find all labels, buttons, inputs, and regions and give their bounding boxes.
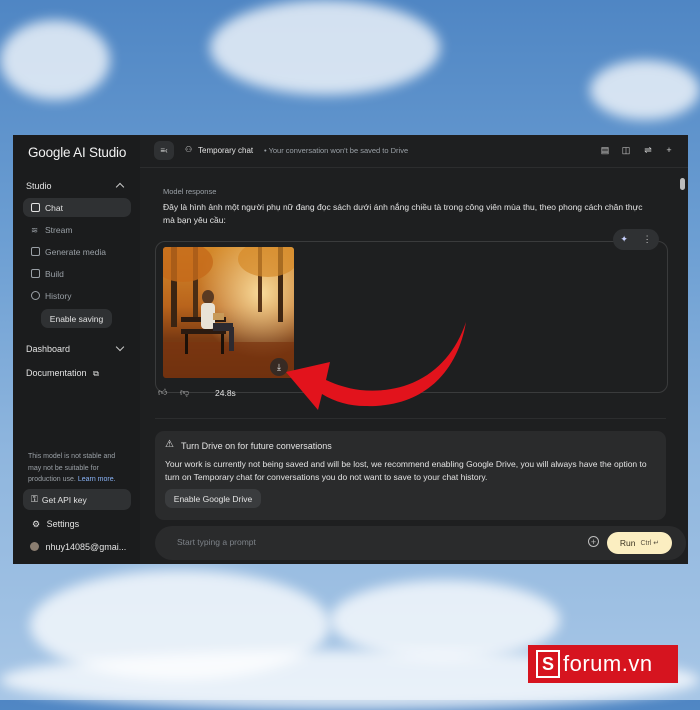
enable-saving-button[interactable]: Enable saving: [41, 309, 112, 328]
prompt-bar: + Run Ctrl ↵: [155, 526, 686, 560]
enable-google-drive-button[interactable]: Enable Google Drive: [165, 489, 261, 508]
download-icon[interactable]: ⤓: [270, 358, 288, 376]
avatar: [30, 542, 39, 551]
external-link-icon: ⧉: [93, 369, 99, 378]
warning-icon: ⚠: [165, 439, 174, 450]
stream-icon: ≋: [31, 225, 39, 235]
account-menu[interactable]: nhuy14085@gmai...: [30, 542, 126, 552]
section-label: Documentation: [26, 368, 87, 378]
temporary-chat-icon: ⚇: [185, 145, 193, 154]
button-label: Get API key: [41, 494, 87, 505]
sidebar-item-generate-media[interactable]: Generate media: [23, 242, 131, 261]
account-email: nhuy14085@gmai...: [45, 542, 127, 552]
sidebar-toggle-button[interactable]: ≡‹: [154, 141, 174, 160]
divider: [155, 418, 666, 419]
model-stability-note: This model is not stable and may not be …: [28, 451, 128, 486]
prompt-input[interactable]: [175, 536, 559, 548]
history-icon: [31, 291, 40, 300]
model-response-label: Model response: [163, 187, 217, 196]
sparkle-icon[interactable]: ✦: [620, 234, 628, 245]
cloud: [210, 0, 440, 95]
sidebar-item-label: Chat: [45, 202, 63, 213]
drive-notice-card: ⚠ Turn Drive on for future conversations…: [155, 431, 666, 520]
section-label: Studio: [26, 181, 52, 191]
add-media-icon[interactable]: +: [588, 536, 599, 547]
run-shortcut: Ctrl ↵: [640, 540, 660, 547]
sidebar-item-label: Build: [45, 268, 64, 279]
sidebar-item-history[interactable]: History: [23, 286, 131, 305]
run-label: Run: [619, 538, 636, 548]
learn-more-link[interactable]: Learn more.: [78, 476, 116, 483]
response-time: 24.8s: [215, 388, 236, 398]
settings-label: Settings: [46, 519, 80, 529]
settings-link[interactable]: ⚙ Settings: [32, 519, 79, 530]
response-tools[interactable]: ✦ ⋮: [613, 229, 659, 250]
thumbs-down-icon[interactable]: 👎︎: [180, 387, 189, 398]
run-button[interactable]: Run Ctrl ↵: [607, 532, 672, 554]
thumbs-up-icon[interactable]: 👍︎: [158, 387, 167, 398]
sidebar-item-label: Generate media: [45, 246, 106, 257]
scrollbar[interactable]: [680, 178, 685, 190]
drive-notice-body: Your work is currently not being saved a…: [165, 459, 647, 482]
sidebar-section-dashboard[interactable]: Dashboard: [26, 342, 126, 354]
chat-title: Temporary chat: [198, 146, 254, 155]
clipboard-icon[interactable]: ▤: [600, 145, 610, 155]
cloud: [590, 60, 700, 120]
sidebar-link-documentation[interactable]: Documentation ⧉: [26, 368, 99, 379]
compare-icon[interactable]: ⇌: [643, 145, 653, 155]
sidebar-item-build[interactable]: Build: [23, 264, 131, 283]
media-icon: [31, 247, 40, 256]
sidebar: Google AI Studio Studio Chat ≋ Stream Ge…: [13, 135, 140, 564]
top-bar: ≡‹ ⚇ Temporary chat • Your conversation …: [140, 135, 688, 168]
model-response-text: Đây là hình ảnh một người phụ nữ đang đọ…: [163, 202, 643, 225]
new-chat-icon[interactable]: +: [664, 145, 674, 155]
chat-icon: [31, 203, 40, 212]
drive-notice-title: Turn Drive on for future conversations: [181, 441, 332, 451]
gear-icon: ⚙: [32, 519, 41, 529]
chevron-up-icon: [115, 182, 125, 192]
app-logo: Google AI Studio: [28, 145, 127, 160]
sidebar-item-chat[interactable]: Chat: [23, 198, 131, 217]
ai-studio-window: Google AI Studio Studio Chat ≋ Stream Ge…: [13, 135, 688, 564]
cloud: [330, 580, 560, 660]
chat-subtitle: • Your conversation won't be saved to Dr…: [264, 146, 409, 155]
sidebar-item-stream[interactable]: ≋ Stream: [23, 220, 131, 239]
sforum-watermark: S forum.vn: [528, 645, 678, 683]
build-icon: [31, 269, 40, 278]
key-icon: ⚿: [31, 494, 38, 504]
watermark-text: forum.vn: [563, 651, 653, 676]
get-api-key-button[interactable]: ⚿ Get API key: [23, 489, 131, 510]
chevron-down-icon: [115, 342, 125, 352]
sidebar-section-studio[interactable]: Studio: [26, 181, 126, 192]
section-label: Dashboard: [26, 344, 71, 354]
cloud: [0, 20, 110, 100]
sidebar-item-label: Stream: [45, 224, 73, 235]
book-icon[interactable]: ◫: [621, 145, 631, 155]
more-options-icon[interactable]: ⋮: [643, 234, 652, 245]
sidebar-item-label: History: [45, 290, 72, 301]
chat-area: Model response Đây là hình ảnh một người…: [140, 168, 688, 564]
watermark-letter: S: [536, 650, 560, 678]
